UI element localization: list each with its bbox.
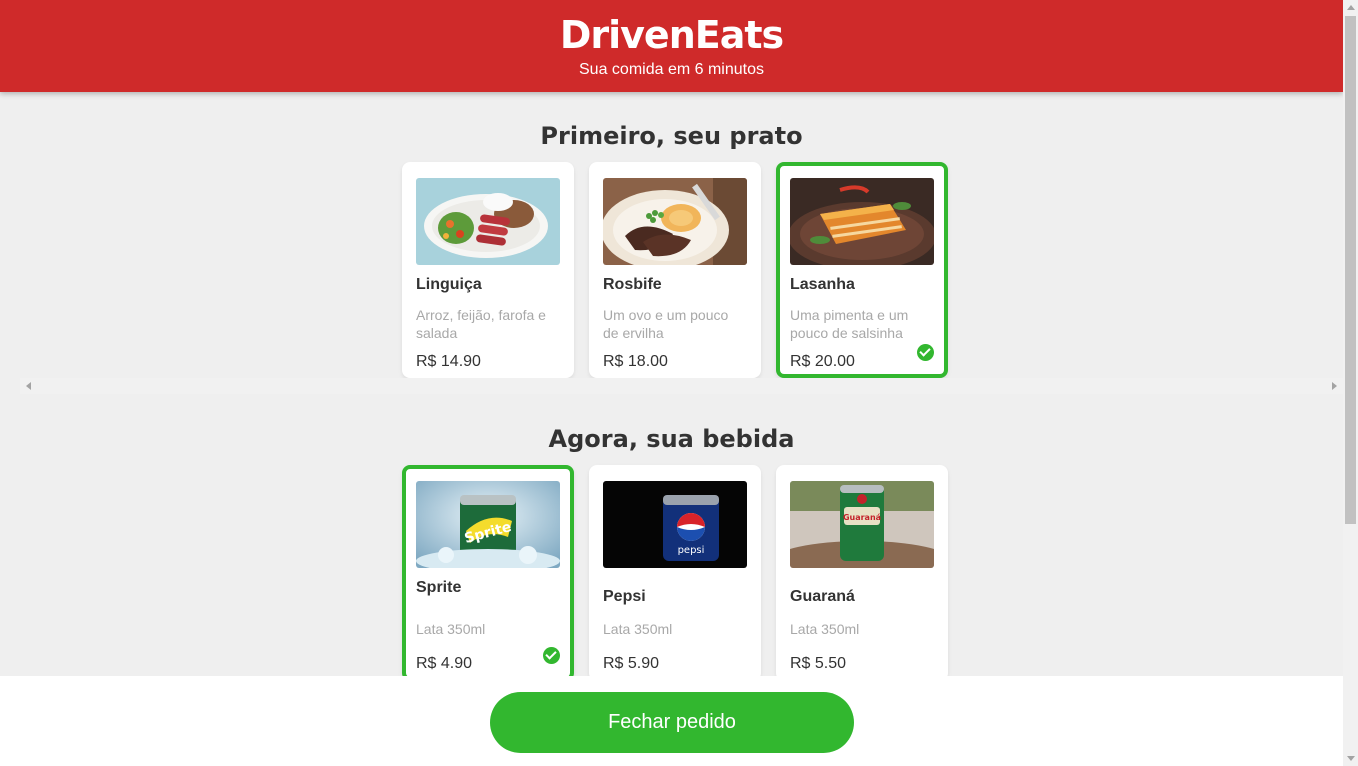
- dish-price: R$ 20.00: [790, 353, 855, 370]
- drink-card-pepsi[interactable]: pepsi Pepsi Lata 350ml R$ 5.90: [589, 465, 761, 681]
- drink-image-sprite: Sprite: [416, 481, 560, 568]
- drink-name: Pepsi: [603, 588, 646, 605]
- drink-card-sprite[interactable]: Sprite Sprite Lata 350ml R$ 4.90: [402, 465, 574, 681]
- dish-price: R$ 18.00: [603, 353, 668, 370]
- dish-name: Rosbife: [603, 276, 662, 293]
- drinks-section-title: Agora, sua bebida: [548, 425, 795, 453]
- scroll-up-arrow-icon[interactable]: [1347, 5, 1355, 10]
- selected-check-icon: [543, 647, 560, 664]
- drink-card-guarana[interactable]: Guaraná Guaraná Lata 350ml R$ 5.50: [776, 465, 948, 681]
- drink-price: R$ 5.90: [603, 655, 660, 672]
- dish-image-linguica: [416, 178, 560, 265]
- app-page: DrivenEats Sua comida em 6 minutos Prime…: [0, 0, 1343, 766]
- drink-description: Lata 350ml: [790, 621, 860, 637]
- dish-card-linguica[interactable]: Linguiça Arroz, feijão, farofa e salada …: [402, 162, 574, 378]
- app-header: DrivenEats Sua comida em 6 minutos: [0, 0, 1343, 92]
- scroll-down-arrow-icon[interactable]: [1347, 756, 1355, 761]
- dish-price: R$ 14.90: [416, 353, 481, 370]
- scrollbar-thumb[interactable]: [1345, 16, 1356, 524]
- page-vertical-scrollbar[interactable]: [1343, 0, 1358, 766]
- dish-description: Um ovo e um pouco de ervilha: [603, 307, 729, 341]
- dish-image-rosbife: [603, 178, 747, 265]
- selected-check-icon: [917, 344, 934, 361]
- dishes-horizontal-scrollbar[interactable]: [20, 378, 1343, 394]
- dish-name: Lasanha: [790, 276, 855, 293]
- drink-price: R$ 4.90: [416, 655, 473, 672]
- order-footer: Fechar pedido: [0, 676, 1343, 766]
- dish-card-rosbife[interactable]: Rosbife Um ovo e um pouco de ervilha R$ …: [589, 162, 761, 378]
- svg-text:Guaraná: Guaraná: [843, 513, 881, 522]
- dish-description: Uma pimenta e um pouco de salsinha: [790, 307, 909, 341]
- app-tagline: Sua comida em 6 minutos: [579, 61, 764, 78]
- drink-description: Lata 350ml: [416, 621, 486, 637]
- scroll-right-arrow-icon[interactable]: [1332, 382, 1337, 390]
- dish-card-lasanha[interactable]: Lasanha Uma pimenta e um pouco de salsin…: [776, 162, 948, 378]
- drink-name: Guaraná: [790, 588, 855, 605]
- drink-image-pepsi: pepsi: [603, 481, 747, 568]
- dish-image-lasanha: [790, 178, 934, 265]
- close-order-button[interactable]: Fechar pedido: [490, 692, 854, 753]
- drink-description: Lata 350ml: [603, 621, 673, 637]
- app-logo: DrivenEats: [559, 13, 784, 57]
- dish-description: Arroz, feijão, farofa e salada: [416, 307, 546, 341]
- svg-text:pepsi: pepsi: [678, 545, 705, 556]
- drink-image-guarana: Guaraná: [790, 481, 934, 568]
- scroll-left-arrow-icon[interactable]: [26, 382, 31, 390]
- dish-name: Linguiça: [416, 276, 482, 293]
- drink-price: R$ 5.50: [790, 655, 847, 672]
- drink-name: Sprite: [416, 579, 462, 596]
- dishes-section-title: Primeiro, seu prato: [540, 122, 803, 150]
